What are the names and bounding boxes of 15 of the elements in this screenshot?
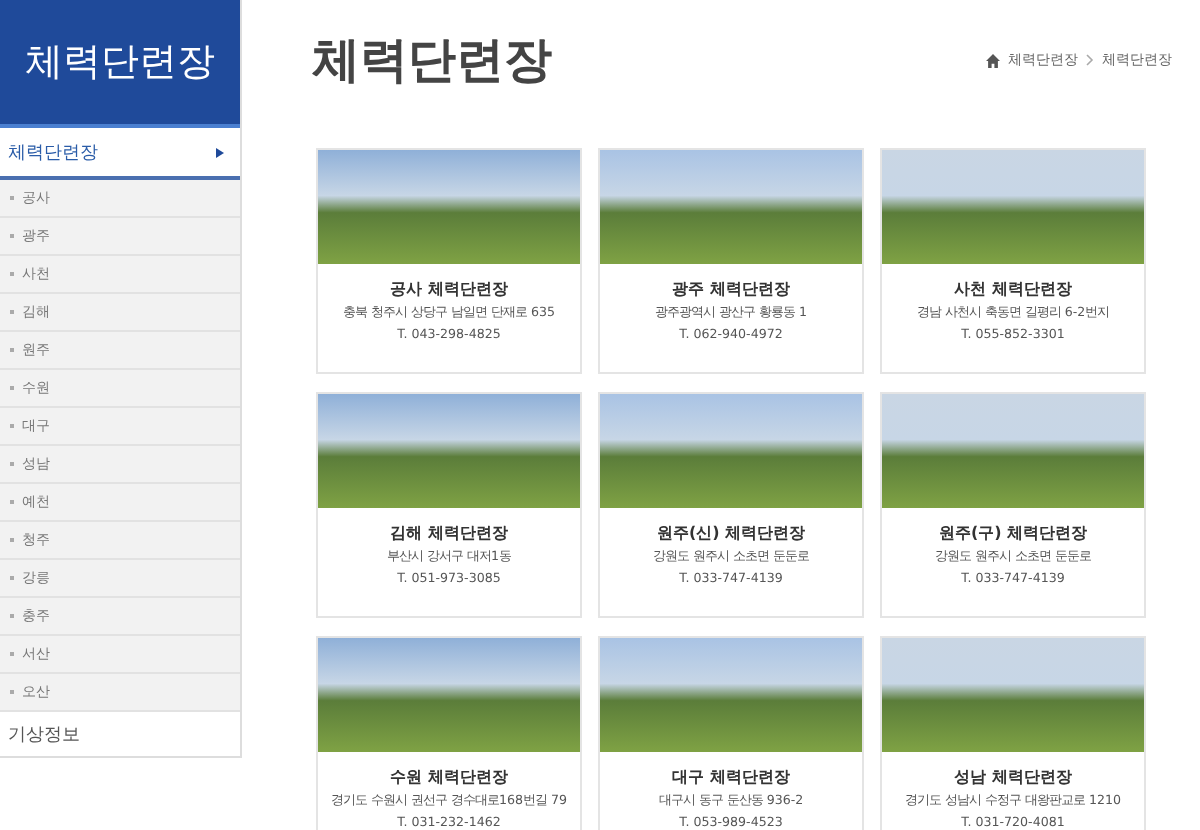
facility-name: 김해 체력단련장 <box>390 524 508 544</box>
sidebar-title: 체력단련장 <box>0 0 240 128</box>
facility-name: 원주(신) 체력단련장 <box>656 524 806 544</box>
page-title: 체력단련장 <box>312 30 552 92</box>
facility-name: 원주(구) 체력단련장 <box>938 524 1088 544</box>
facility-name: 공사 체력단련장 <box>390 280 508 300</box>
facility-name: 성남 체력단련장 <box>954 768 1072 788</box>
facility-name: 광주 체력단련장 <box>672 280 790 300</box>
sidebar-item[interactable]: 기상정보 <box>0 712 240 758</box>
chevron-icon <box>1086 54 1094 66</box>
facility-name: 수원 체력단련장 <box>390 768 508 788</box>
facility-name: 사천 체력단련장 <box>954 280 1072 300</box>
caret-icon <box>216 147 224 157</box>
facility-name: 대구 체력단련장 <box>672 768 790 788</box>
home-icon <box>986 53 1000 67</box>
